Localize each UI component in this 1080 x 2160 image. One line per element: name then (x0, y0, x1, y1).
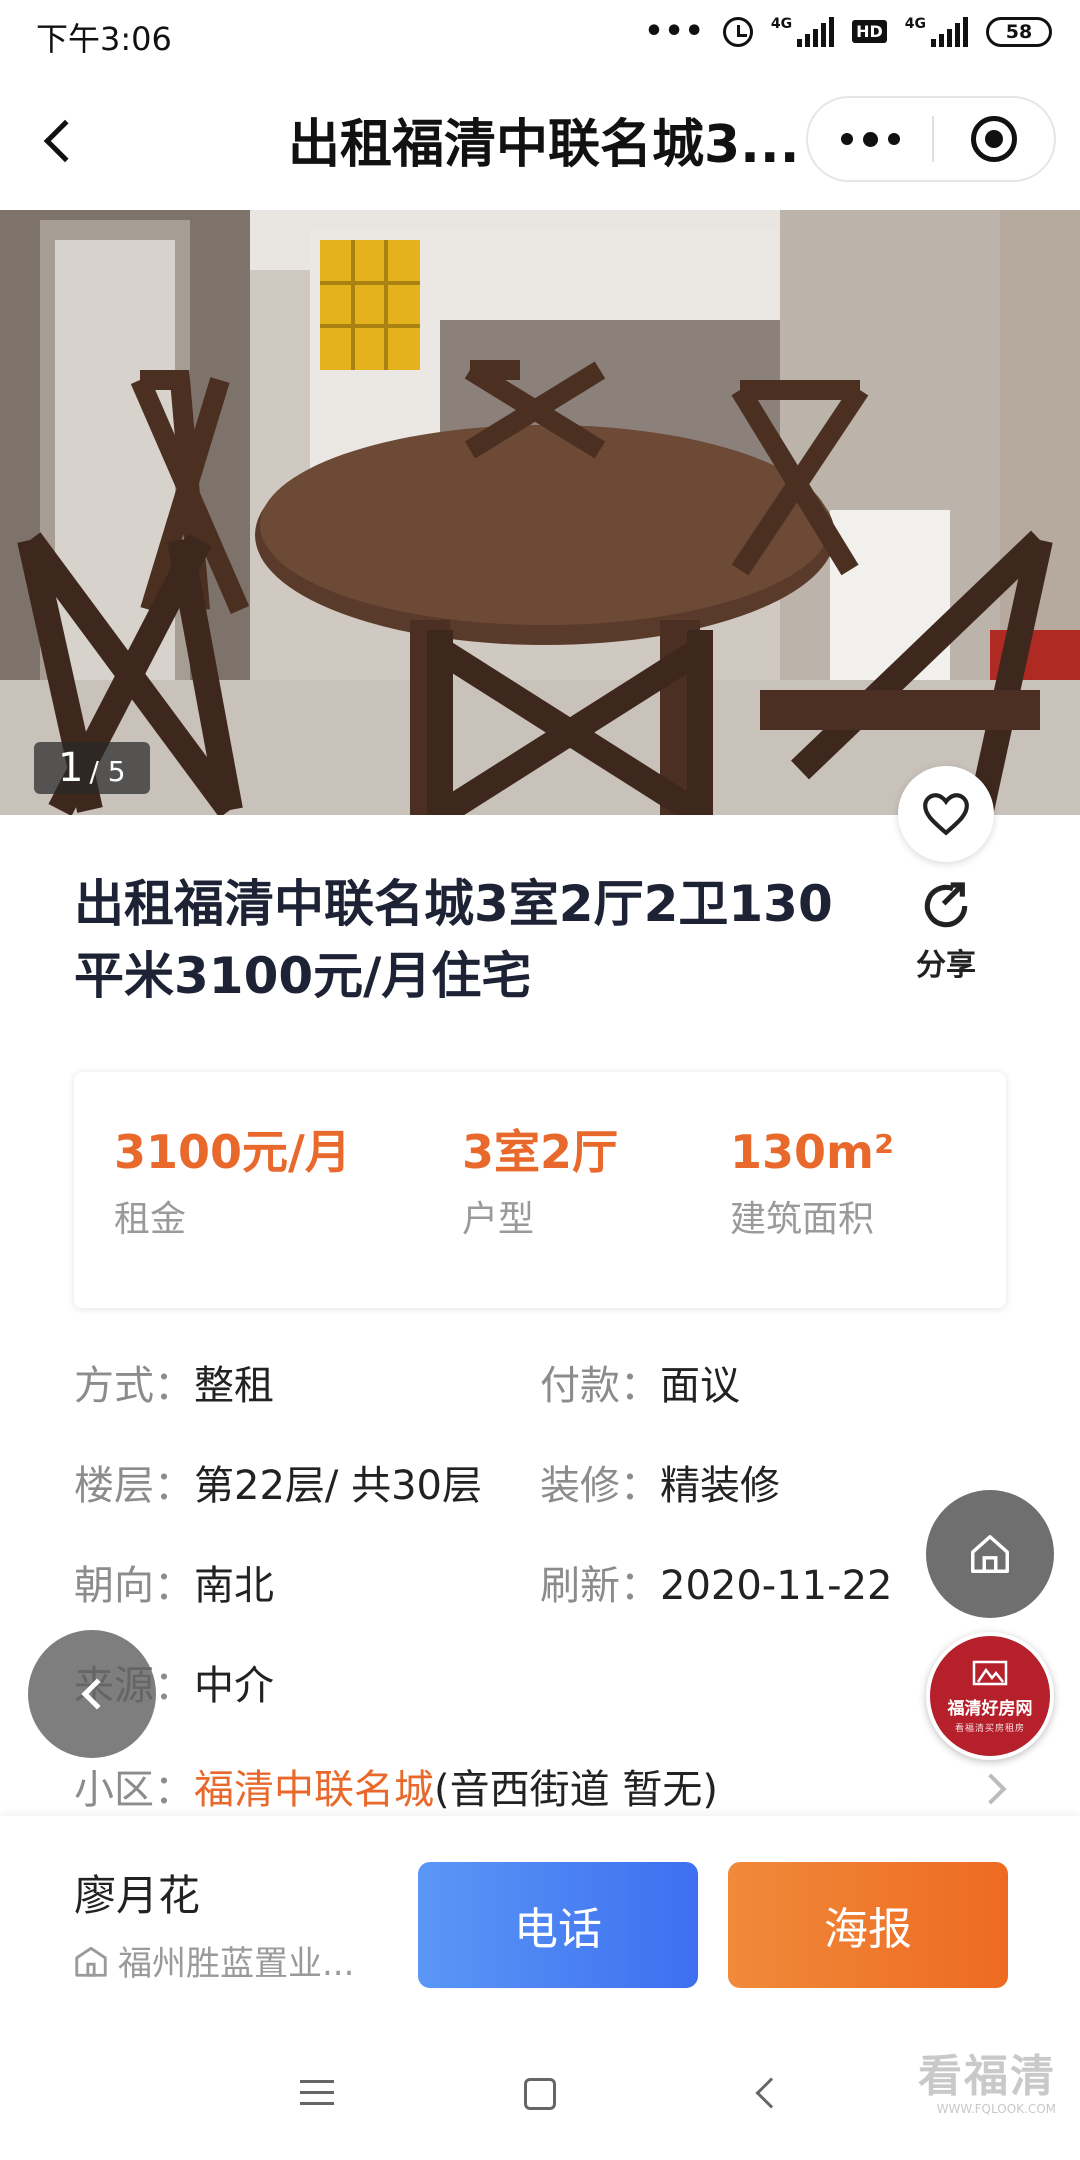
signal-icon: 4G (770, 15, 835, 47)
agent-name: 廖月花 (74, 1871, 201, 1920)
layout-value: 3室2厅 (462, 1125, 619, 1179)
alarm-icon (722, 16, 753, 47)
layout-summary: 3室2厅 户型 (462, 1124, 618, 1242)
area-value: 130m² (730, 1125, 895, 1179)
summary-card: 3100元/月 租金 3室2厅 户型 130m² 建筑面积 (74, 1072, 1006, 1308)
decoration-row: 装修：精装修 (540, 1458, 780, 1514)
orientation-key: 朝向： (74, 1563, 194, 1609)
decoration-value: 精装修 (660, 1463, 780, 1509)
rent-value: 3100元/月 (114, 1125, 351, 1179)
more-dots-icon: ••• (644, 14, 705, 49)
agent-company: 福州胜蓝置业... (72, 1936, 354, 1985)
community-link[interactable]: 福清中联名城 (194, 1767, 434, 1813)
method-row: 方式：整租 (74, 1358, 274, 1414)
hd-icon: HD (852, 20, 887, 43)
floor-key: 楼层： (74, 1463, 194, 1509)
photo-total-count: / 5 (89, 755, 126, 788)
target-close-icon (971, 116, 1017, 162)
payment-row: 付款：面议 (540, 1358, 740, 1414)
poster-button[interactable]: 海报 (728, 1862, 1008, 1988)
back-button[interactable] (28, 106, 88, 176)
photo-counter: 1 / 5 (34, 742, 150, 794)
refresh-key: 刷新： (540, 1563, 660, 1609)
orientation-value: 南北 (194, 1563, 274, 1609)
method-value: 整租 (194, 1363, 274, 1409)
rent-label: 租金 (114, 1199, 187, 1240)
signal-2-icon: 4G (904, 15, 968, 47)
heart-icon (923, 793, 969, 836)
logo-house-icon (972, 1660, 1008, 1686)
system-back-button[interactable] (755, 2077, 787, 2109)
room-photo (0, 210, 1080, 815)
orientation-row: 朝向：南北 (74, 1558, 274, 1614)
status-bar: 下午3:06 ••• 4G HD 4G 58 (0, 0, 1080, 70)
chevron-right-icon[interactable] (975, 1773, 1007, 1805)
listing-title: 出租福清中联名城3室2厅2卫130平米3100元/月住宅 (74, 875, 833, 1005)
nav-title: 出租福清中联名城3... (288, 115, 800, 175)
back-float-button[interactable] (28, 1630, 156, 1758)
more-dot-icon (840, 133, 853, 145)
refresh-value: 2020-11-22 (660, 1563, 893, 1609)
more-options-button[interactable] (808, 98, 932, 180)
community-extra: (音西街道 暂无) (434, 1767, 718, 1813)
back-arrow-icon (43, 119, 87, 163)
share-icon (924, 882, 968, 928)
close-miniapp-button[interactable] (934, 98, 1054, 180)
area-label: 建筑面积 (730, 1199, 875, 1240)
site-logo-button[interactable]: 福清好房网 看福清买房租房 (926, 1632, 1054, 1760)
status-icons: ••• 4G HD 4G 58 (644, 14, 1052, 49)
payment-value: 面议 (660, 1363, 740, 1409)
logo-subtext: 看福清买房租房 (954, 1724, 1025, 1734)
method-key: 方式： (74, 1363, 194, 1409)
refresh-row: 刷新：2020-11-22 (540, 1558, 892, 1614)
photo-gallery[interactable] (0, 210, 1080, 815)
watermark-text: 看福清 (918, 2051, 1056, 2102)
rent-summary: 3100元/月 租金 (114, 1124, 351, 1242)
payment-key: 付款： (540, 1363, 660, 1409)
floor-row: 楼层：第22层/ 共30层 (74, 1458, 482, 1514)
chevron-left-icon (81, 1678, 113, 1710)
share-label: 分享 (916, 948, 976, 983)
decoration-key: 装修： (540, 1463, 660, 1509)
miniapp-capsule (806, 96, 1056, 182)
contact-bar: 廖月花 福州胜蓝置业... 电话 海报 (0, 1816, 1080, 2030)
phone-button[interactable]: 电话 (418, 1862, 698, 1988)
floor-value: 第22层/ 共30层 (194, 1463, 482, 1509)
more-dot-icon (887, 133, 900, 145)
source-value: 中介 (194, 1663, 274, 1709)
network-type-label: 4G (770, 15, 793, 32)
building-icon (75, 1946, 107, 1977)
system-home-button[interactable] (524, 2078, 556, 2110)
layout-label: 户型 (462, 1199, 535, 1240)
status-time: 下午3:06 (36, 20, 172, 58)
community-row[interactable]: 小区：福清中联名城(音西街道 暂无) (74, 1762, 718, 1818)
watermark-url: WWW.FQLOOK.COM (936, 2102, 1056, 2116)
photo-current-index: 1 (58, 745, 84, 791)
agent-company-name: 福州胜蓝置业... (118, 1944, 355, 1984)
favorite-button[interactable] (898, 766, 994, 862)
community-key: 小区： (74, 1767, 194, 1813)
network-type-label-2: 4G (904, 15, 926, 32)
logo-text: 福清好房网 (947, 1699, 1033, 1719)
share-button[interactable]: 分享 (900, 878, 992, 988)
home-float-button[interactable] (926, 1490, 1054, 1618)
more-dot-icon (862, 131, 878, 147)
nav-bar: 出租福清中联名城3... (0, 70, 1080, 210)
battery-icon: 58 (986, 16, 1052, 47)
home-icon (971, 1535, 1009, 1573)
watermark: 看福清 WWW.FQLOOK.COM (918, 2040, 1056, 2116)
area-summary: 130m² 建筑面积 (730, 1124, 894, 1242)
recent-apps-button[interactable] (300, 2080, 334, 2113)
listing-page: 下午3:06 ••• 4G HD 4G 58 出租福清中联名城3... 1 / … (0, 0, 1080, 2160)
